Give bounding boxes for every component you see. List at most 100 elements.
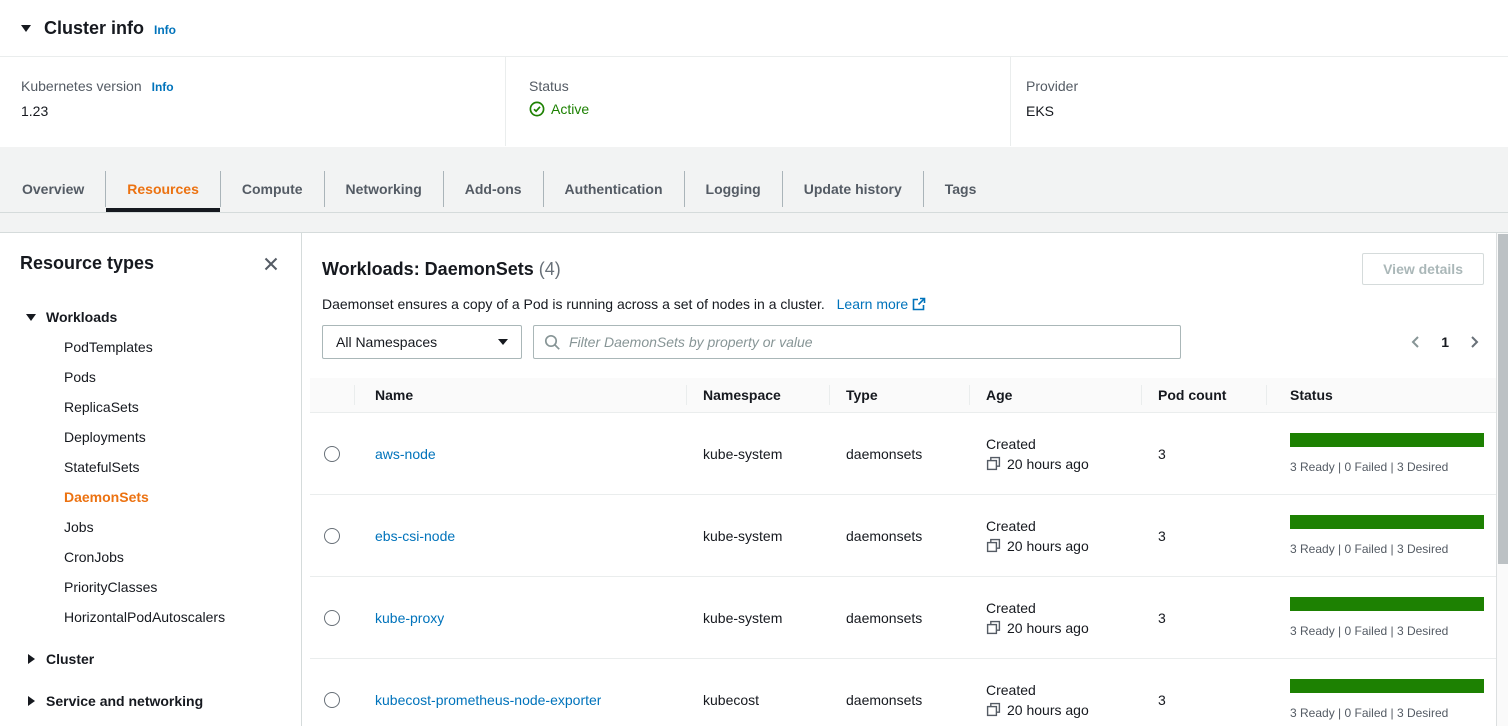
tab-update-history[interactable]: Update history (783, 166, 923, 212)
status-value-text: Active (551, 101, 589, 117)
copy-icon (986, 620, 1001, 635)
sidebar-item-priorityclasses[interactable]: PriorityClasses (20, 572, 281, 602)
cluster-info-card: Cluster info Info Kubernetes version Info… (0, 0, 1508, 147)
column-header-age[interactable]: Age (969, 378, 1141, 412)
page-title: Workloads: DaemonSets(4) (322, 259, 561, 280)
field-info-link[interactable]: Info (152, 80, 174, 94)
row-select-radio[interactable] (324, 692, 340, 708)
sidebar-item-daemonsets[interactable]: DaemonSets (20, 482, 281, 512)
status-progress-bar (1290, 433, 1484, 447)
sidebar-item-pods[interactable]: Pods (20, 362, 281, 392)
resource-types-tree: WorkloadsPodTemplatesPodsReplicaSetsDepl… (20, 302, 281, 716)
resource-types-sidebar: Resource types WorkloadsPodTemplatesPods… (0, 233, 302, 726)
close-sidebar-button[interactable] (261, 254, 281, 274)
cell-pod-count: 3 (1141, 659, 1266, 726)
sidebar-item-jobs[interactable]: Jobs (20, 512, 281, 542)
table-row-aws-node: aws-nodekube-systemdaemonsetsCreated20 h… (310, 413, 1496, 495)
column-header-name[interactable]: Name (354, 378, 686, 412)
namespace-filter-select[interactable]: All Namespaces (322, 325, 522, 359)
cell-name: kubecost-prometheus-node-exporter (354, 659, 686, 726)
vertical-scrollbar[interactable] (1496, 233, 1508, 726)
age-created-label: Created (986, 600, 1036, 616)
age-created-label: Created (986, 682, 1036, 698)
tab-authentication[interactable]: Authentication (544, 166, 684, 212)
status-summary-text: 3 Ready | 0 Failed | 3 Desired (1290, 624, 1484, 638)
cell-name: aws-node (354, 413, 686, 494)
sidebar-section-workloads[interactable]: Workloads (20, 302, 281, 332)
column-header-pod-count[interactable]: Pod count (1141, 378, 1266, 412)
field-provider: Provider EKS (1010, 57, 1508, 146)
field-label: Status (529, 78, 1010, 94)
daemonset-name-link[interactable]: ebs-csi-node (375, 528, 455, 544)
resource-types-title: Resource types (20, 253, 154, 274)
triangle-down-icon (25, 314, 37, 321)
column-header-type[interactable]: Type (829, 378, 969, 412)
current-page-number[interactable]: 1 (1439, 334, 1451, 350)
cell-namespace: kube-system (686, 495, 829, 576)
daemonset-name-link[interactable]: aws-node (375, 446, 436, 462)
tab-compute[interactable]: Compute (221, 166, 324, 212)
field-value: EKS (1026, 103, 1508, 119)
sidebar-item-podtemplates[interactable]: PodTemplates (20, 332, 281, 362)
sidebar-section-service-and-networking[interactable]: Service and networking (20, 686, 281, 716)
column-header-status[interactable]: Status (1266, 378, 1496, 412)
tab-logging[interactable]: Logging (685, 166, 782, 212)
status-progress-bar (1290, 597, 1484, 611)
age-value: 20 hours ago (1007, 620, 1089, 636)
page-title-text: Workloads: DaemonSets (322, 259, 534, 279)
cell-status: 3 Ready | 0 Failed | 3 Desired (1266, 495, 1496, 576)
tab-bar: OverviewResourcesComputeNetworkingAdd-on… (0, 166, 1508, 212)
search-icon (544, 334, 561, 351)
tab-resources[interactable]: Resources (106, 166, 220, 212)
table-row-kube-proxy: kube-proxykube-systemdaemonsetsCreated20… (310, 577, 1496, 659)
row-select-radio[interactable] (324, 610, 340, 626)
sidebar-item-horizontalpodautoscalers[interactable]: HorizontalPodAutoscalers (20, 602, 281, 632)
sidebar-item-cronjobs[interactable]: CronJobs (20, 542, 281, 572)
cell-age: Created 20 hours ago (969, 659, 1141, 726)
daemonsets-table: NameNamespaceTypeAgePod countStatus aws-… (310, 378, 1496, 726)
scrollbar-thumb[interactable] (1498, 234, 1508, 564)
sidebar-section-cluster[interactable]: Cluster (20, 644, 281, 674)
tab-tags[interactable]: Tags (924, 166, 998, 212)
row-select-cell (310, 659, 354, 726)
daemonset-description-text: Daemonset ensures a copy of a Pod is run… (322, 296, 825, 312)
row-select-radio[interactable] (324, 528, 340, 544)
sidebar-item-statefulsets[interactable]: StatefulSets (20, 452, 281, 482)
chevron-right-icon (1466, 334, 1482, 350)
chevron-down-icon (498, 339, 508, 345)
sidebar-item-replicasets[interactable]: ReplicaSets (20, 392, 281, 422)
sidebar-item-deployments[interactable]: Deployments (20, 422, 281, 452)
previous-page-button[interactable] (1406, 332, 1426, 352)
learn-more-link[interactable]: Learn more (837, 296, 927, 312)
age-value: 20 hours ago (1007, 702, 1089, 718)
column-header-namespace[interactable]: Namespace (686, 378, 829, 412)
daemonset-name-link[interactable]: kubecost-prometheus-node-exporter (375, 692, 601, 708)
triangle-right-icon (25, 654, 37, 664)
filter-daemonsets-input[interactable] (533, 325, 1181, 359)
field-label-text: Kubernetes version (21, 78, 142, 94)
row-select-radio[interactable] (324, 446, 340, 462)
cluster-info-info-link[interactable]: Info (154, 23, 176, 37)
status-progress-bar (1290, 515, 1484, 529)
triangle-right-icon (25, 696, 37, 706)
cell-status: 3 Ready | 0 Failed | 3 Desired (1266, 413, 1496, 494)
age-value-row: 20 hours ago (986, 538, 1089, 554)
field-status: Status Active (505, 57, 1010, 146)
external-link-icon (912, 297, 926, 311)
daemonset-name-link[interactable]: kube-proxy (375, 610, 444, 626)
next-page-button[interactable] (1464, 332, 1484, 352)
cell-namespace: kube-system (686, 577, 829, 658)
check-circle-icon (529, 101, 545, 117)
tab-overview[interactable]: Overview (1, 166, 105, 212)
cell-pod-count: 3 (1141, 413, 1266, 494)
tree-gap (20, 632, 281, 644)
field-label: Provider (1026, 78, 1508, 94)
cluster-info-header: Cluster info Info (0, 0, 1508, 57)
cell-status: 3 Ready | 0 Failed | 3 Desired (1266, 659, 1496, 726)
tab-networking[interactable]: Networking (325, 166, 443, 212)
collapse-section-icon[interactable] (21, 25, 31, 32)
view-details-button[interactable]: View details (1362, 253, 1484, 285)
copy-icon (986, 456, 1001, 471)
tab-add-ons[interactable]: Add-ons (444, 166, 543, 212)
field-label: Kubernetes version Info (21, 78, 505, 94)
